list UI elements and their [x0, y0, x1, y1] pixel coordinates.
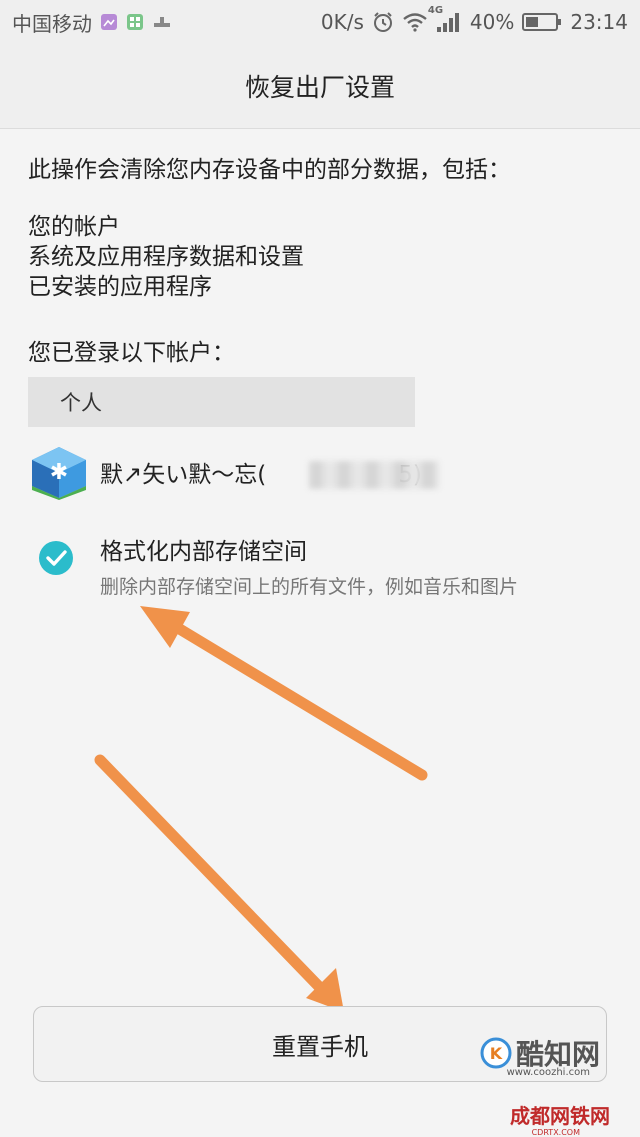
data-item: 已安装的应用程序 [28, 274, 212, 300]
account-name-text: 默↗矢い默～忘( [100, 461, 267, 488]
account-id-redaction [309, 461, 440, 490]
page-title: 恢复出厂设置 [244, 73, 395, 102]
title-bar: 恢复出厂设置 [0, 44, 640, 129]
svg-text:K: K [490, 1044, 503, 1063]
signal-strength-icon: 4G [428, 5, 462, 33]
account-group-header: 个人 [28, 377, 415, 427]
data-item: 您的帐户 [28, 214, 120, 240]
watermark: K 酷知网 www.coozhi.com 成都网铁网 CDRTX.COM [460, 1033, 630, 1137]
arrow-to-checkbox-icon [140, 606, 428, 781]
usb-debug-icon [152, 13, 172, 31]
format-storage-description: 删除内部存储空间上的所有文件，例如音乐和图片 [100, 576, 519, 598]
watermark-domain: www.coozhi.com [506, 1067, 590, 1078]
clock-label: 23:14 [570, 10, 628, 34]
checkmark-icon[interactable] [38, 540, 74, 576]
gallery-notification-icon [100, 13, 118, 31]
watermark-bottom-sub: CDRTX.COM [531, 1128, 580, 1137]
network-type-label: 4G [427, 5, 444, 16]
data-items-list: 您的帐户 系统及应用程序数据和设置 已安装的应用程序 [28, 212, 304, 302]
alarm-clock-icon [372, 11, 394, 33]
watermark-bottom: 成都网铁网 [510, 1104, 610, 1128]
status-right: 0K/s 4G 40% 23:14 [320, 5, 628, 34]
watermark-logo-icon: K [480, 1037, 512, 1069]
status-bar: 中国移动 0K/s 4G 40% 23:14 [0, 0, 640, 44]
intro-text: 此操作会清除您内存设备中的部分数据，包括： [28, 157, 511, 183]
format-storage-option[interactable]: 格式化内部存储空间 删除内部存储空间上的所有文件，例如音乐和图片 [38, 528, 618, 600]
data-item: 系统及应用程序数据和设置 [28, 244, 304, 270]
account-cube-icon: ✱ [28, 444, 90, 500]
account-name: 默↗矢い默～忘(5) [100, 455, 440, 490]
logged-in-label: 您已登录以下帐户： [28, 340, 235, 366]
battery-percent-label: 40% [469, 10, 515, 34]
account-row: ✱ 默↗矢い默～忘(5) [28, 444, 440, 500]
carrier-label: 中国移动 [12, 11, 92, 36]
network-speed-label: 0K/s [320, 10, 364, 34]
wifi-icon [402, 12, 428, 32]
account-group-label: 个人 [60, 391, 102, 415]
format-storage-title: 格式化内部存储空间 [100, 539, 307, 565]
svg-text:✱: ✱ [50, 460, 68, 485]
app-grid-notification-icon [126, 13, 144, 31]
status-left: 中国移动 [12, 8, 172, 37]
battery-icon [522, 11, 562, 33]
arrow-to-reset-icon [94, 754, 344, 1012]
